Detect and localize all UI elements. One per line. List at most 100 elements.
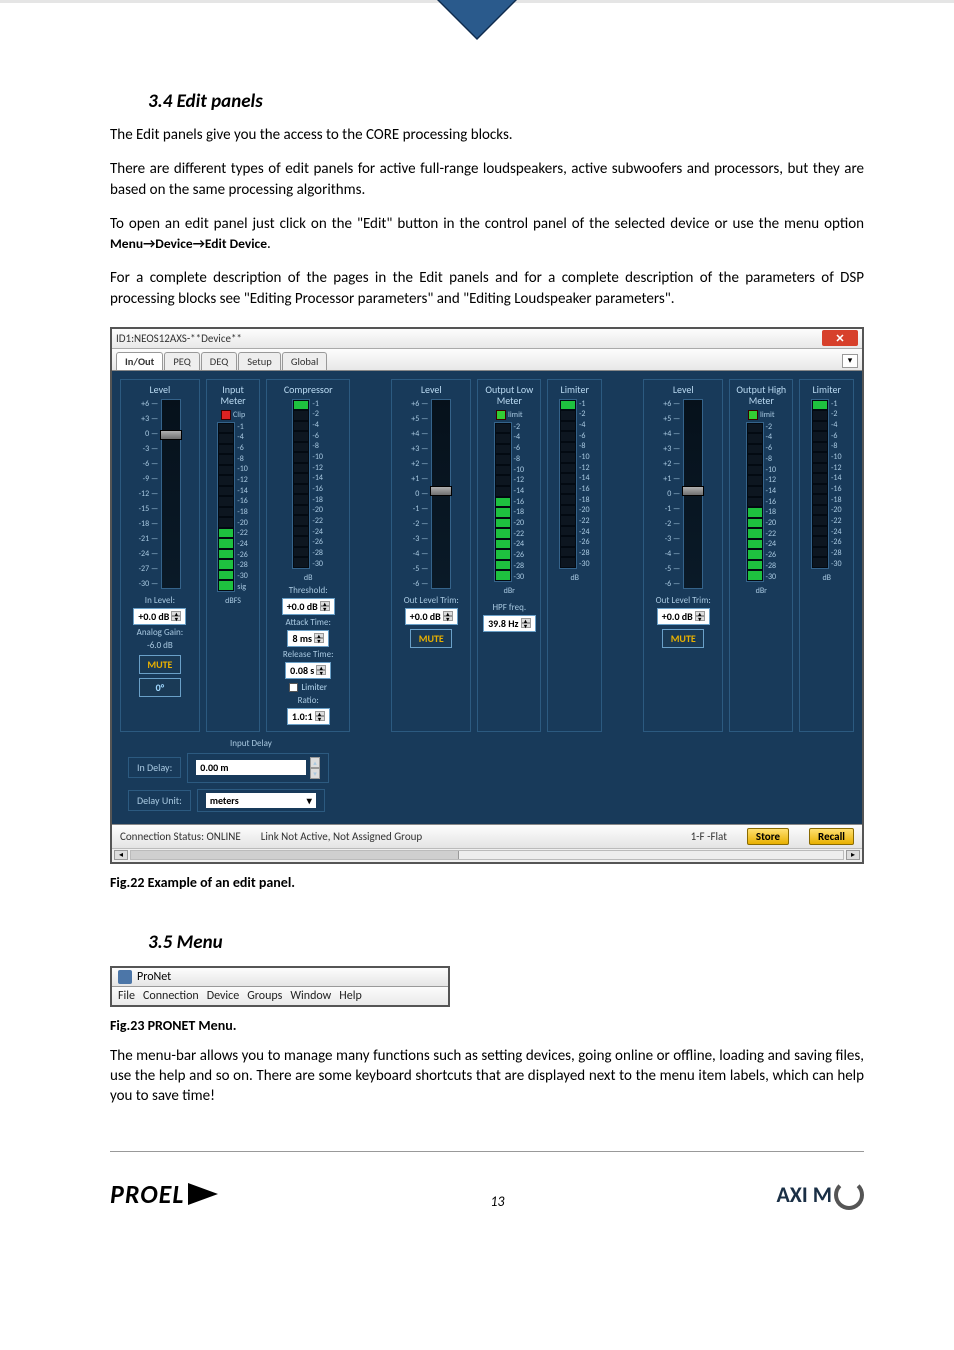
tab-setup[interactable]: Setup	[238, 352, 281, 370]
menu-connection[interactable]: Connection	[143, 989, 199, 1003]
delay-unit-row: Delay Unit: meters▾	[128, 789, 846, 812]
attack-label: Attack Time:	[286, 617, 331, 628]
out-high-trim-label: Out Level Trim:	[656, 595, 711, 606]
out-low-level-fader[interactable]	[431, 399, 451, 589]
gap-1	[356, 379, 385, 732]
para-5: The menu-bar allows you to manage many f…	[110, 1046, 864, 1107]
window-title: ID1:NEOS12AXS-**Device**	[116, 332, 242, 345]
pronet-menubar: File Connection Device Groups Window Hel…	[112, 987, 448, 1005]
out-low-meter-column: Output Low Meter limit -2-4-6-8-10-12-14…	[477, 379, 541, 732]
in-delay-label: In Delay:	[128, 757, 181, 778]
pronet-menu-window: ProNet File Connection Device Groups Win…	[110, 966, 450, 1007]
gap-2	[608, 379, 637, 732]
threshold-value[interactable]: +0.0 dB▴▾	[282, 598, 335, 615]
edit-panel-body: Level +6 —+3 —0 —-3 —-6 —-9 —-12 —-15 —-…	[112, 371, 862, 736]
footer-rule	[110, 1151, 864, 1152]
ratio-value[interactable]: 1.0:1▴▾	[287, 708, 330, 725]
page-header-accent	[0, 0, 954, 80]
hpf-label: HPF freq.	[492, 602, 526, 613]
menu-device[interactable]: Device	[207, 989, 240, 1003]
limiter-high-column: Limiter -1-2-4-6-8-10-12-14-16-18-20-22-…	[799, 379, 854, 732]
tab-peq[interactable]: PEQ	[164, 352, 199, 370]
pronet-icon	[118, 970, 132, 984]
para-1: The Edit panels give you the access to t…	[110, 125, 864, 145]
out-high-level-fader[interactable]	[683, 399, 703, 589]
input-mute-button[interactable]: MUTE	[139, 655, 181, 674]
fig-22-caption: Fig.22 Example of an edit panel.	[110, 874, 864, 891]
connection-status: Connection Status: ONLINE	[120, 830, 241, 843]
para-4: For a complete description of the pages …	[110, 268, 864, 309]
tab-global[interactable]: Global	[282, 352, 328, 370]
hpf-value[interactable]: 39.8 Hz▴▾	[483, 615, 535, 632]
input-level-ticks: +6 —+3 —0 —-3 —-6 —-9 —-12 —-15 —-18 —-2…	[139, 399, 160, 589]
proel-logo: PROEL	[110, 1178, 218, 1210]
out-low-mute-button[interactable]: MUTE	[410, 629, 452, 648]
input-meter-unit: dBFS	[225, 596, 241, 606]
edit-panel-titlebar: ID1:NEOS12AXS-**Device** ✕	[112, 329, 862, 349]
limiter-low-meter	[559, 399, 577, 569]
preset-label: 1-F -Flat	[691, 830, 727, 843]
out-low-trim-value[interactable]: +0.0 dB▴▾	[405, 608, 458, 625]
fig-23-caption: Fig.23 PRONET Menu.	[110, 1017, 864, 1034]
in-level-value[interactable]: +0.0 dB▴▾	[133, 608, 186, 625]
scroll-left-arrow[interactable]: ◂	[114, 850, 128, 860]
out-low-meter-unit: dBr	[504, 586, 515, 596]
recall-button[interactable]: Recall	[809, 828, 854, 845]
out-low-meter-ticks: -2-4-6-8-10-12-14-16-18-20-22-24-26-28-3…	[514, 422, 526, 582]
limiter-checkbox[interactable]: Limiter	[289, 682, 327, 693]
out-high-meter-unit: dBr	[756, 586, 767, 596]
in-level-label: In Level:	[145, 595, 175, 606]
pronet-title: ProNet	[137, 970, 171, 984]
menu-help[interactable]: Help	[339, 989, 362, 1003]
in-delay-value-cell: 0.00 m ▴▾	[187, 753, 329, 783]
scroll-right-arrow[interactable]: ▸	[846, 850, 860, 860]
tab-in-out[interactable]: In/Out	[116, 352, 163, 370]
page-number: 13	[490, 1193, 504, 1210]
para-3: To open an edit panel just click on the …	[110, 214, 864, 255]
limit-led-high	[748, 410, 758, 420]
edit-panel-window: ID1:NEOS12AXS-**Device** ✕ In/Out PEQ DE…	[110, 327, 864, 864]
axiom-swirl-icon	[834, 1180, 864, 1210]
store-button[interactable]: Store	[747, 828, 789, 845]
horizontal-scrollbar[interactable]: ◂ ▸	[112, 848, 862, 862]
delay-unit-label: Delay Unit:	[128, 790, 191, 811]
out-low-level-column: Level +6 —+5 —+4 —+3 —+2 —+1 —0 —-1 —-2 …	[391, 379, 471, 732]
compressor-head: Compressor	[284, 384, 333, 395]
axiom-logo: AXI M	[776, 1180, 864, 1210]
footer: PROEL 13 AXI M	[0, 1170, 954, 1228]
analog-gain-value: -6.0 dB	[147, 640, 173, 651]
link-status: Link Not Active, Not Assigned Group	[261, 830, 422, 843]
release-value[interactable]: 0.08 s▴▾	[285, 662, 331, 679]
tab-overflow-dropdown[interactable]: ▾	[842, 354, 858, 368]
input-level-fader[interactable]	[161, 399, 181, 589]
attack-value[interactable]: 8 ms▴▾	[287, 630, 328, 647]
limiter-low-head: Limiter	[560, 384, 589, 395]
limiter-high-meter	[811, 399, 829, 569]
out-low-meter	[494, 422, 512, 582]
para-3c: .	[267, 235, 271, 253]
menu-file[interactable]: File	[118, 989, 135, 1003]
in-delay-value[interactable]: 0.00 m	[196, 760, 306, 775]
compressor-column: Compressor -1-2-4-6-8-10-12-14-16-18-20-…	[266, 379, 350, 732]
analog-gain-label: Analog Gain:	[137, 627, 184, 638]
limiter-high-ticks: -1-2-4-6-8-10-12-14-16-18-20-22-24-26-28…	[831, 399, 843, 569]
tab-deq[interactable]: DEQ	[201, 352, 238, 370]
limiter-low-unit: dB	[570, 573, 579, 583]
scroll-track[interactable]	[130, 850, 844, 860]
para-2: There are different types of edit panels…	[110, 159, 864, 200]
input-meter-ticks: -1-4-6-8-10-12-14-16-18-20-22-24-26-28-3…	[237, 422, 249, 592]
compressor-ticks: -1-2-4-6-8-10-12-14-16-18-20-22-24-26-28…	[312, 399, 324, 569]
out-low-meter-head: Output Low Meter	[485, 384, 533, 406]
menu-path: Menu→Device→Edit Device	[110, 235, 267, 252]
chevron-icon-inner	[439, 0, 515, 38]
input-phase-button[interactable]: 0°	[139, 678, 181, 697]
out-high-trim-value[interactable]: +0.0 dB▴▾	[657, 608, 710, 625]
out-high-mute-button[interactable]: MUTE	[662, 629, 704, 648]
out-low-trim-label: Out Level Trim:	[404, 595, 459, 606]
tab-strip: In/Out PEQ DEQ Setup Global ▾	[112, 349, 862, 371]
menu-groups[interactable]: Groups	[247, 989, 282, 1003]
menu-window[interactable]: Window	[290, 989, 331, 1003]
input-meter-head: Input Meter	[220, 384, 245, 406]
close-button[interactable]: ✕	[822, 330, 858, 346]
delay-unit-select[interactable]: meters▾	[206, 793, 316, 808]
